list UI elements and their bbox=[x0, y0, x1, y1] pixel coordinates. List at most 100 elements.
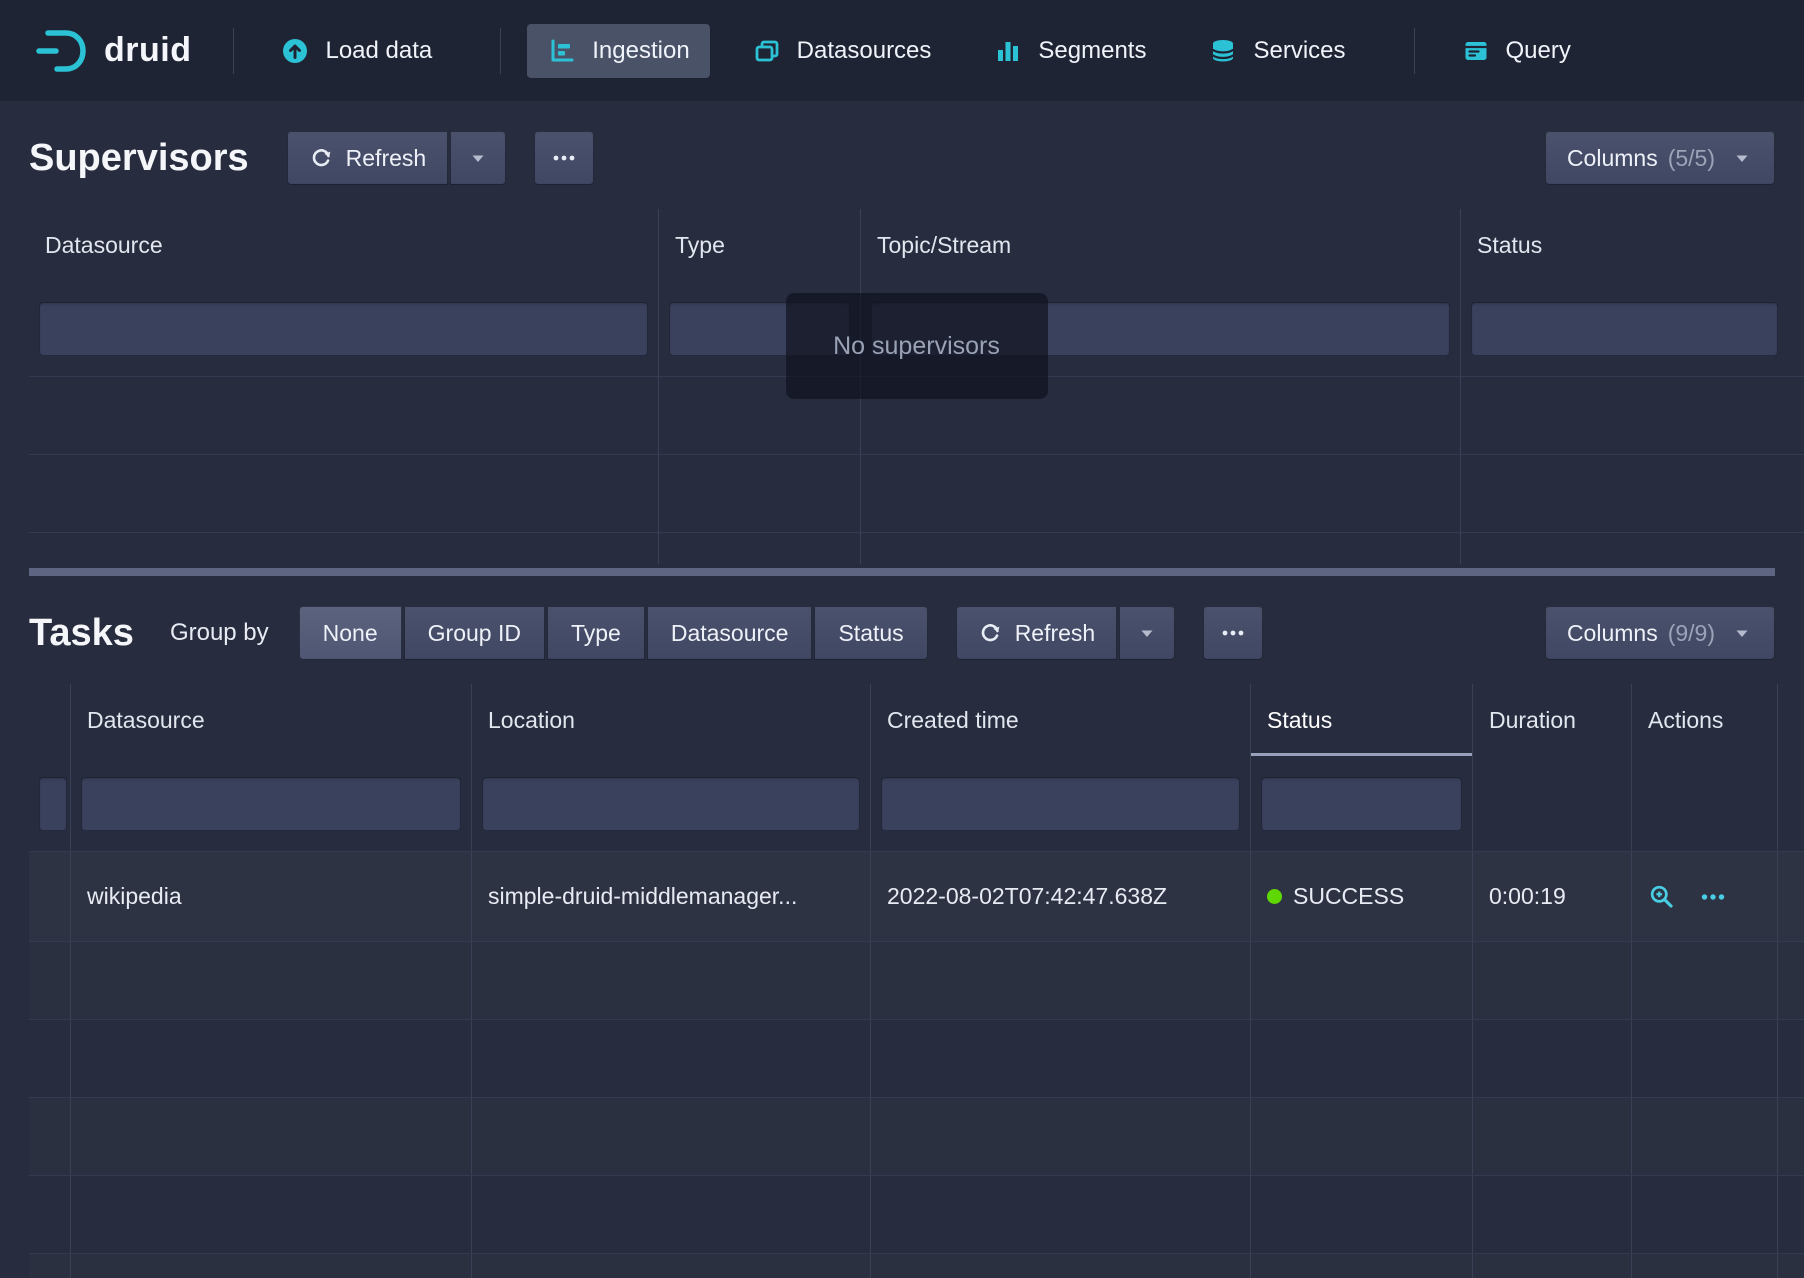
tasks-refresh-button[interactable]: Refresh bbox=[956, 606, 1118, 660]
empty-cell bbox=[1473, 1176, 1632, 1253]
status-cell[interactable]: SUCCESS bbox=[1251, 852, 1473, 941]
nav-datasources[interactable]: Datasources bbox=[732, 24, 952, 78]
tasks-section: Tasks Group by None Group ID Type Dataso… bbox=[0, 580, 1804, 1278]
filter-cell bbox=[1632, 756, 1778, 851]
druid-logo-icon bbox=[34, 28, 90, 74]
group-by-group-id-button[interactable]: Group ID bbox=[404, 606, 545, 660]
created-time-filter-input[interactable] bbox=[881, 777, 1240, 831]
task-detail-button[interactable] bbox=[1648, 883, 1675, 910]
refresh-label: Refresh bbox=[1015, 620, 1096, 647]
empty-cell bbox=[71, 1254, 472, 1278]
nav-load-data[interactable]: Load data bbox=[260, 24, 452, 78]
empty-cell bbox=[871, 942, 1251, 1019]
chevron-down-icon bbox=[1731, 622, 1753, 644]
empty-cell bbox=[472, 1176, 871, 1253]
table-gutter bbox=[1778, 942, 1804, 1019]
datasource-filter-input[interactable] bbox=[39, 302, 648, 356]
empty-cell bbox=[29, 942, 71, 1019]
filter-cell bbox=[1461, 281, 1804, 376]
empty-cell bbox=[472, 942, 871, 1019]
query-icon bbox=[1461, 36, 1491, 66]
column-header-status[interactable]: Status bbox=[1251, 684, 1473, 756]
column-header-status[interactable]: Status bbox=[1461, 209, 1804, 281]
filter-cell bbox=[1251, 756, 1473, 851]
nav-services[interactable]: Services bbox=[1188, 24, 1365, 78]
filter-cell bbox=[1473, 756, 1632, 851]
group-by-type-button[interactable]: Type bbox=[547, 606, 645, 660]
empty-cell bbox=[1473, 1098, 1632, 1175]
tasks-filter-row bbox=[29, 756, 1804, 852]
empty-cell bbox=[1251, 942, 1473, 1019]
table-gutter bbox=[1778, 852, 1804, 941]
table-row bbox=[29, 942, 1804, 1020]
tasks-toolbar: Tasks Group by None Group ID Type Dataso… bbox=[0, 580, 1804, 684]
nav-label: Query bbox=[1506, 37, 1571, 65]
leading-filter-input[interactable] bbox=[39, 777, 67, 831]
type-filter-input[interactable] bbox=[669, 302, 850, 356]
segments-icon bbox=[993, 36, 1023, 66]
empty-cell bbox=[871, 1176, 1251, 1253]
supervisors-filter-row bbox=[29, 281, 1804, 377]
empty-cell bbox=[71, 942, 472, 1019]
druid-logo[interactable]: druid bbox=[34, 28, 191, 74]
empty-cell bbox=[871, 1254, 1251, 1278]
column-header-type[interactable]: Type bbox=[659, 209, 861, 281]
location-filter-input[interactable] bbox=[482, 777, 860, 831]
empty-cell bbox=[71, 1098, 472, 1175]
filter-cell bbox=[659, 281, 861, 376]
table-gutter bbox=[1778, 1176, 1804, 1253]
filter-cell bbox=[29, 756, 71, 851]
column-header-created-time[interactable]: Created time bbox=[871, 684, 1251, 756]
supervisors-columns-button[interactable]: Columns (5/5) bbox=[1545, 131, 1775, 185]
navbar-divider bbox=[1414, 28, 1415, 74]
supervisors-title: Supervisors bbox=[29, 137, 249, 180]
nav-query[interactable]: Query bbox=[1441, 24, 1591, 78]
column-header-datasource[interactable]: Datasource bbox=[29, 209, 659, 281]
column-header-datasource[interactable]: Datasource bbox=[71, 684, 472, 756]
task-actions-menu-button[interactable] bbox=[1699, 883, 1727, 911]
created-time-cell[interactable]: 2022-08-02T07:42:47.638Z bbox=[871, 852, 1251, 941]
table-row bbox=[29, 1254, 1804, 1278]
supervisors-refresh-caret-button[interactable] bbox=[450, 131, 506, 185]
group-by-status-button[interactable]: Status bbox=[814, 606, 927, 660]
datasources-icon bbox=[752, 36, 782, 66]
filter-cell bbox=[861, 281, 1461, 376]
column-header-location[interactable]: Location bbox=[472, 684, 871, 756]
column-header-topic-stream[interactable]: Topic/Stream bbox=[861, 209, 1461, 281]
empty-cell bbox=[1461, 533, 1804, 564]
empty-cell bbox=[1632, 1176, 1778, 1253]
nav-ingestion[interactable]: Ingestion bbox=[527, 24, 709, 78]
status-filter-input[interactable] bbox=[1261, 777, 1462, 831]
group-by-datasource-button[interactable]: Datasource bbox=[647, 606, 813, 660]
topic-stream-filter-input[interactable] bbox=[871, 302, 1450, 356]
nav-segments[interactable]: Segments bbox=[973, 24, 1166, 78]
tasks-title: Tasks bbox=[29, 612, 134, 655]
table-gutter bbox=[1778, 1020, 1804, 1097]
column-header-actions[interactable]: Actions bbox=[1632, 684, 1778, 756]
duration-cell[interactable]: 0:00:19 bbox=[1473, 852, 1632, 941]
empty-cell bbox=[71, 1176, 472, 1253]
column-header-duration[interactable]: Duration bbox=[1473, 684, 1632, 756]
datasource-cell[interactable]: wikipedia bbox=[71, 852, 472, 941]
magnifier-icon bbox=[1648, 883, 1675, 910]
tasks-columns-button[interactable]: Columns (9/9) bbox=[1545, 606, 1775, 660]
tasks-refresh-caret-button[interactable] bbox=[1119, 606, 1175, 660]
supervisors-more-button[interactable] bbox=[534, 131, 594, 185]
status-filter-input[interactable] bbox=[1471, 302, 1778, 356]
refresh-icon bbox=[978, 621, 1002, 645]
supervisors-refresh-button[interactable]: Refresh bbox=[287, 131, 449, 185]
datasource-filter-input[interactable] bbox=[81, 777, 461, 831]
empty-cell bbox=[861, 377, 1461, 454]
table-row bbox=[29, 377, 1804, 455]
table-row bbox=[29, 1176, 1804, 1254]
location-cell[interactable]: simple-druid-middlemanager... bbox=[472, 852, 871, 941]
tasks-more-button[interactable] bbox=[1203, 606, 1263, 660]
supervisors-refresh-group: Refresh bbox=[287, 131, 507, 185]
services-icon bbox=[1208, 36, 1238, 66]
tasks-table-header: Datasource Location Created time Status … bbox=[29, 684, 1804, 756]
empty-cell bbox=[29, 1098, 71, 1175]
table-row[interactable]: wikipedia simple-druid-middlemanager... … bbox=[29, 852, 1804, 942]
section-resize-splitter[interactable] bbox=[29, 568, 1775, 576]
group-by-none-button[interactable]: None bbox=[299, 606, 402, 660]
empty-cell bbox=[861, 455, 1461, 532]
